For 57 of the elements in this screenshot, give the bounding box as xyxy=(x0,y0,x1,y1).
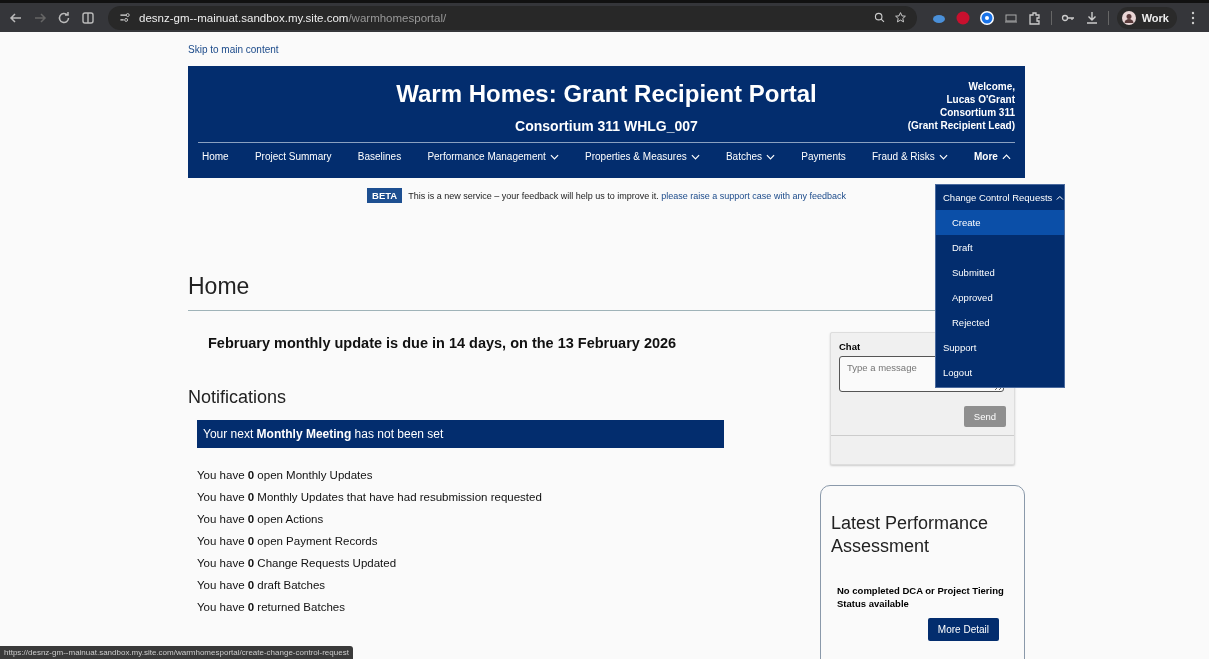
caret-icon xyxy=(1001,153,1011,160)
submenu-item[interactable]: Draft xyxy=(936,235,1064,260)
address-bar[interactable]: desnz-gm--mainuat.sandbox.my.site.com/warmhomesportal/ xyxy=(108,5,917,30)
split-view-icon[interactable] xyxy=(80,9,96,26)
meeting-banner: Your next Monthly Meeting has not been set xyxy=(197,420,724,448)
nav-link[interactable]: Fraud & Risks xyxy=(872,151,948,162)
page-title: Home xyxy=(188,273,250,300)
welcome-text: Welcome, xyxy=(967,80,1015,93)
due-notice: February monthly update is due in 14 days, on the 13 February 2026 xyxy=(208,335,678,351)
welcome-text: Consortium 311 xyxy=(938,106,1015,119)
welcome-text: (Grant Recipient Lead) xyxy=(906,119,1015,132)
caret-icon xyxy=(690,153,700,160)
extensions-puzzle-icon[interactable] xyxy=(1026,9,1043,26)
caret-icon xyxy=(938,153,948,160)
skip-link[interactable]: Skip to main content xyxy=(188,44,279,55)
nav-link[interactable]: Home xyxy=(202,151,229,162)
beta-tag: BETA xyxy=(367,188,403,203)
zoom-icon[interactable] xyxy=(872,11,886,24)
notification-text: You have 0 draft Batches xyxy=(197,578,327,593)
bookmark-star-icon[interactable] xyxy=(893,11,907,24)
more-detail-button[interactable]: More Detail xyxy=(927,618,999,641)
nav-link[interactable]: Performance Management xyxy=(427,151,559,162)
caret-icon xyxy=(766,153,776,160)
nav-link[interactable]: Properties & Measures xyxy=(585,151,700,162)
caret-icon xyxy=(549,153,559,160)
portal-subtitle: Consortium 311 WHLG_007 xyxy=(514,118,699,134)
notifications-heading: Notifications xyxy=(188,387,288,408)
notification-text: You have 0 returned Batches xyxy=(197,600,346,615)
url-text: desnz-gm--mainuat.sandbox.my.site.com/warmhomesportal/ xyxy=(139,11,447,24)
beta-notice: This is a new service – your feedback will help us to improve it. please raise a support case with any feedback xyxy=(408,190,846,201)
nav-link[interactable]: Payments xyxy=(801,151,846,162)
nav-link[interactable]: More xyxy=(974,151,1011,162)
feedback-link[interactable]: please raise a support case with any feedback xyxy=(661,190,846,201)
status-text: No completed DCA or Project Tiering Status available xyxy=(837,584,1005,610)
reload-icon[interactable] xyxy=(56,9,72,26)
submenu-item[interactable]: Rejected xyxy=(936,310,1064,335)
nav-link[interactable]: Batches xyxy=(725,151,776,162)
profile-button[interactable]: Work xyxy=(1116,6,1177,29)
site-settings-icon[interactable] xyxy=(118,11,131,24)
portal-title: Warm Homes: Grant Recipient Portal xyxy=(395,80,818,108)
submenu-item[interactable]: Create xyxy=(936,210,1064,235)
submenu-item[interactable]: Approved xyxy=(936,285,1064,310)
welcome-text: Lucas O'Grant xyxy=(945,93,1015,106)
avatar-icon xyxy=(1120,9,1137,26)
card-title: Latest Performance Assessment xyxy=(831,512,990,558)
notification-text: You have 0 Change Requests Updated xyxy=(197,556,398,571)
menu-item[interactable]: Change Control Requests xyxy=(936,185,1064,210)
gear-extension-icon[interactable] xyxy=(978,9,995,26)
notification-text: You have 0 open Payment Records xyxy=(197,534,379,549)
notification-text: You have 0 Monthly Updates that have had resubmission requested xyxy=(197,490,543,505)
submenu-item[interactable]: Submitted xyxy=(936,260,1064,285)
notification-text: You have 0 open Actions xyxy=(197,512,325,527)
link-preview: https://desnz-gm--mainuat.sandbox.my.site.com/warmhomesportal/create-change-control-request xyxy=(0,646,353,659)
chat-title: Chat xyxy=(838,340,862,354)
nav-link[interactable]: Baselines xyxy=(357,151,402,162)
nav-link[interactable]: Project Summary xyxy=(254,151,332,162)
notification-text: You have 0 open Monthly Updates xyxy=(197,468,374,483)
